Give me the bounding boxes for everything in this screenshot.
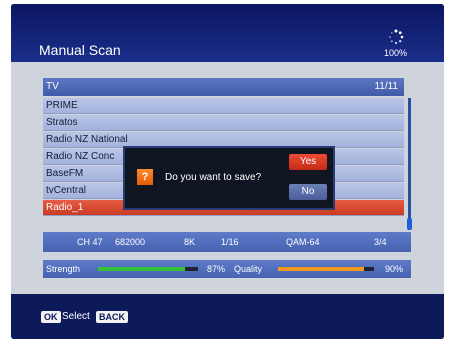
- list-header: TV 11/11: [43, 78, 404, 96]
- scrollbar-thumb[interactable]: [407, 218, 412, 230]
- signal-bar: Strength 87% Quality 90%: [43, 260, 411, 278]
- loading-spinner-icon: [389, 29, 404, 45]
- save-confirm-dialog: ? Do you want to save? Yes No: [123, 146, 335, 210]
- strength-value: 87%: [207, 264, 226, 274]
- strength-meter: [98, 267, 198, 271]
- quality-value: 90%: [385, 264, 404, 274]
- tuning-info-bar: CH 47 682000 8K 1/16 QAM-64 3/4: [43, 232, 411, 252]
- quality-meter-fill: [278, 267, 365, 271]
- ok-key-icon: OK: [41, 311, 61, 323]
- channel-row[interactable]: Stratos: [43, 115, 404, 131]
- ok-key-label: Select: [62, 311, 90, 322]
- scan-progress-label: 100%: [384, 48, 408, 58]
- page-title: Manual Scan: [39, 42, 121, 58]
- quality-meter: [278, 267, 374, 271]
- header-bar: Manual Scan 100%: [11, 4, 444, 62]
- fft-mode: 8K: [184, 237, 196, 247]
- footer-bar: OK Select BACK: [11, 294, 444, 339]
- strength-label: Strength: [46, 264, 81, 274]
- channel-name: Radio NZ National: [46, 134, 128, 145]
- list-scrollbar[interactable]: [408, 98, 411, 230]
- channel-row[interactable]: PRIME: [43, 98, 404, 114]
- list-count: 11/11: [374, 81, 398, 92]
- code-rate: 3/4: [374, 237, 387, 247]
- guard-interval: 1/16: [221, 237, 239, 247]
- question-icon: ?: [137, 169, 153, 185]
- channel-name: tvCentral: [46, 185, 87, 196]
- modulation: QAM-64: [286, 237, 320, 247]
- channel-name: Stratos: [46, 117, 78, 128]
- no-button[interactable]: No: [289, 184, 327, 200]
- back-key-icon: BACK: [96, 311, 128, 323]
- dialog-message: Do you want to save?: [165, 172, 262, 183]
- frequency: 682000: [115, 237, 146, 247]
- channel-number: CH 47: [77, 237, 103, 247]
- channel-name: BaseFM: [46, 168, 84, 179]
- channel-name: PRIME: [46, 100, 78, 111]
- yes-button[interactable]: Yes: [289, 154, 327, 170]
- channel-name: Radio_1: [46, 202, 84, 213]
- channel-name: Radio NZ Conc: [46, 151, 115, 162]
- quality-label: Quality: [234, 264, 263, 274]
- list-category: TV: [46, 81, 59, 92]
- strength-meter-fill: [98, 267, 185, 271]
